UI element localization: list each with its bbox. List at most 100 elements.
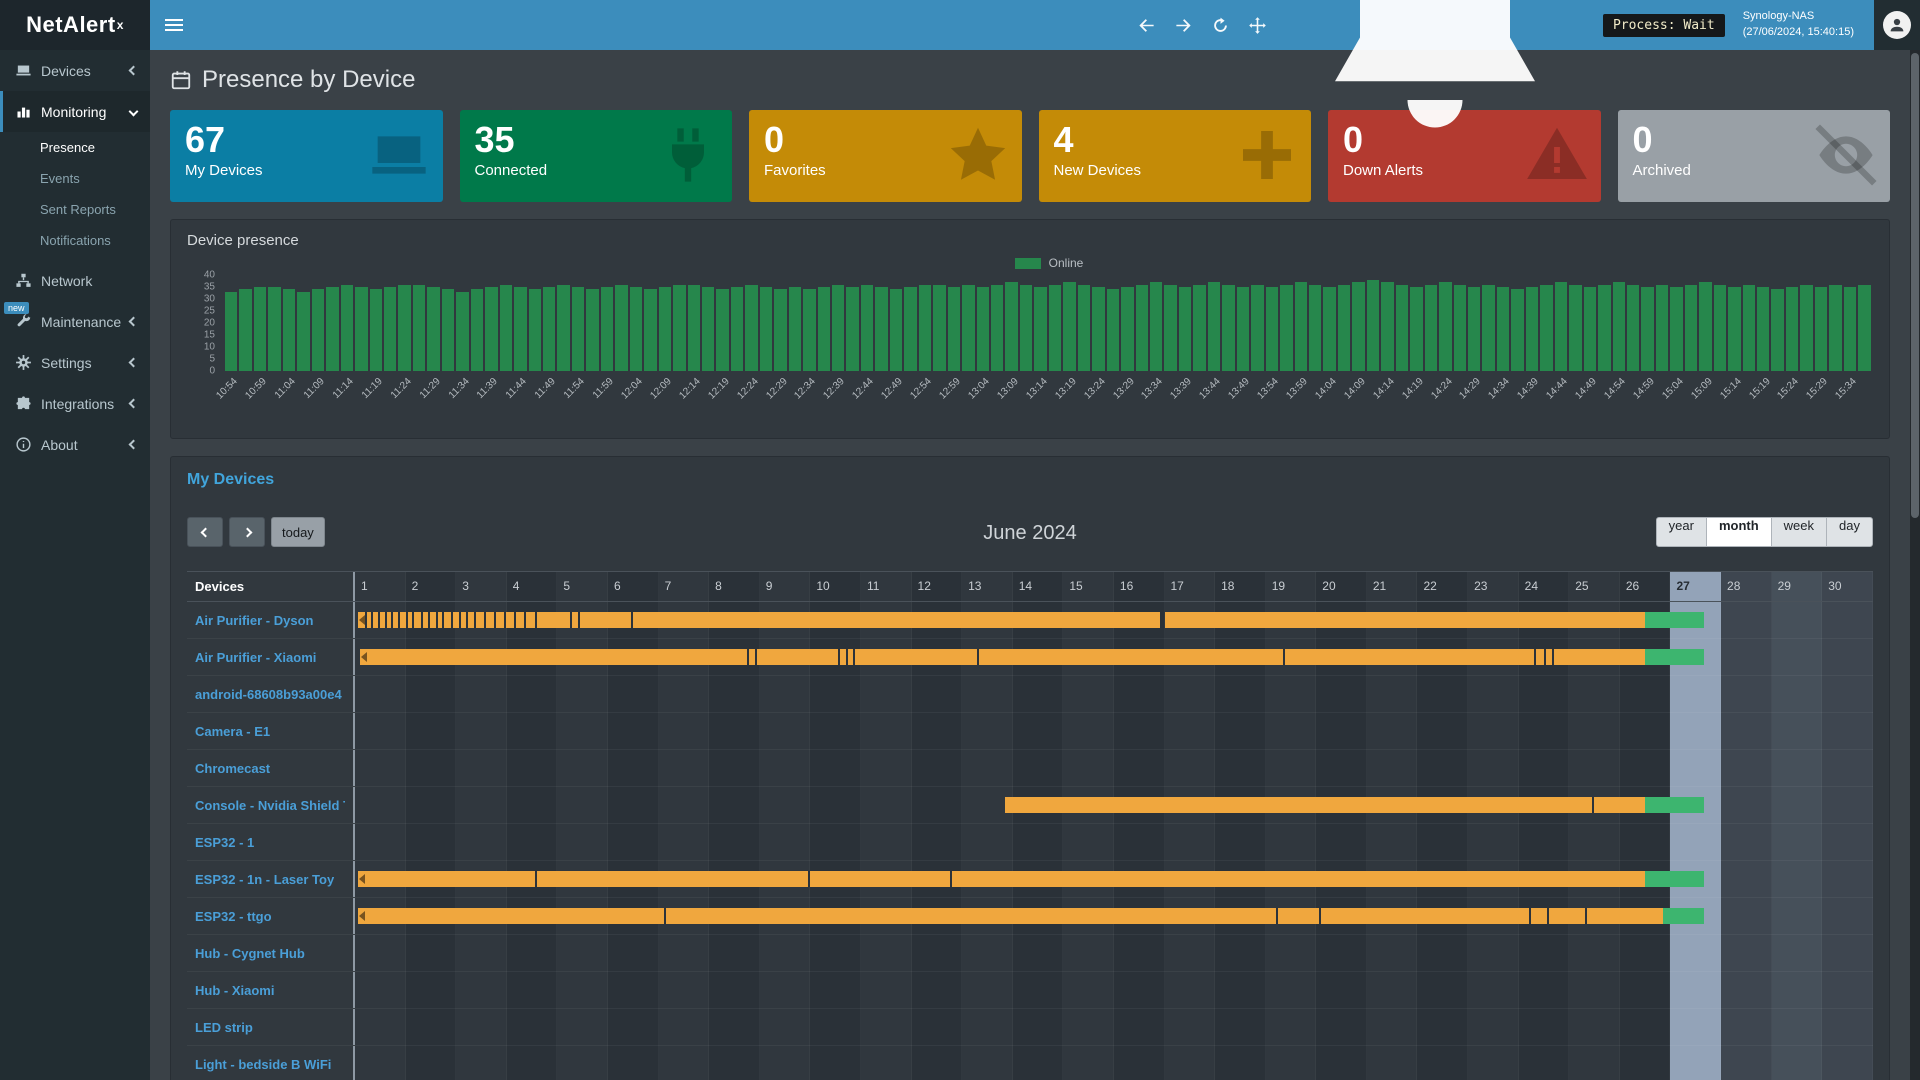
y-tick-label: 40 — [204, 270, 215, 281]
stat-card-my-devices[interactable]: 67My Devices — [170, 110, 443, 202]
stat-card-connected[interactable]: 35Connected — [460, 110, 733, 202]
chart-bar — [1425, 285, 1437, 371]
day-header: 13 — [962, 572, 1013, 601]
offline-tick — [838, 649, 840, 665]
stat-card-favorites[interactable]: 0Favorites — [749, 110, 1022, 202]
sidebar-subitem-sent-reports[interactable]: Sent Reports — [0, 194, 150, 225]
device-timeline — [355, 1009, 1873, 1045]
device-link[interactable]: Hub - Xiaomi — [195, 983, 274, 998]
device-link[interactable]: android-68608b93a00e4 — [195, 687, 342, 702]
presence-timeline-bar[interactable] — [1005, 797, 1645, 813]
x-tick-label: 15:19 — [1747, 376, 1772, 401]
device-timeline-row: Console - Nvidia Shield TV — [187, 787, 1873, 824]
device-link[interactable]: Air Purifier - Dyson — [195, 613, 313, 628]
chart-bar — [1771, 289, 1783, 371]
chart-bar — [818, 287, 830, 371]
presence-timeline-bar[interactable] — [1645, 871, 1704, 887]
sidebar-item-integrations[interactable]: Integrations — [0, 383, 150, 424]
nav-forward-icon[interactable] — [1174, 16, 1193, 35]
x-tick-label: 12:49 — [880, 376, 905, 401]
day-header: 20 — [1316, 572, 1367, 601]
presence-timeline-bar[interactable] — [1663, 908, 1704, 924]
device-link[interactable]: Console - Nvidia Shield TV — [195, 798, 345, 813]
chart-bar — [1193, 285, 1205, 371]
presence-timeline-bar[interactable] — [1165, 612, 1646, 628]
y-tick-label: 20 — [204, 318, 215, 329]
device-link[interactable]: Camera - E1 — [195, 724, 270, 739]
presence-panel-title: Device presence — [187, 232, 1873, 249]
day-header: 12 — [912, 572, 963, 601]
stat-card-archived[interactable]: 0Archived — [1618, 110, 1891, 202]
chart-bar — [1858, 285, 1870, 371]
presence-timeline-bar[interactable] — [358, 871, 1646, 887]
device-timeline-row: android-68608b93a00e4 — [187, 676, 1873, 713]
y-tick-label: 35 — [204, 282, 215, 293]
notifications-button[interactable]: 15 — [1285, 0, 1585, 175]
sidebar-item-settings[interactable]: Settings — [0, 342, 150, 383]
sidebar-subitem-presence[interactable]: Presence — [0, 132, 150, 163]
chevron-left-icon — [129, 317, 139, 327]
user-menu-button[interactable] — [1874, 0, 1920, 50]
calendar-view-day-button[interactable]: day — [1826, 517, 1873, 547]
device-link[interactable]: ESP32 - ttgo — [195, 909, 272, 924]
x-tick-label: 12:39 — [822, 376, 847, 401]
chart-bar — [557, 285, 569, 371]
x-tick-label: 14:54 — [1602, 376, 1627, 401]
chart-bar — [427, 287, 439, 371]
day-header: 1 — [355, 572, 406, 601]
chart-bar — [630, 287, 642, 371]
chart-bar — [846, 287, 858, 371]
sidebar-item-label: Integrations — [41, 396, 121, 412]
move-icon[interactable] — [1248, 16, 1267, 35]
x-tick-label: 11:59 — [591, 376, 616, 401]
presence-timeline-bar[interactable] — [1645, 797, 1704, 813]
day-header: 9 — [760, 572, 811, 601]
calendar-next-button[interactable] — [229, 517, 265, 547]
offline-tick — [1283, 649, 1285, 665]
presence-timeline-bar[interactable] — [358, 612, 1160, 628]
sidebar-item-devices[interactable]: Devices — [0, 50, 150, 91]
device-link[interactable]: Hub - Cygnet Hub — [195, 946, 305, 961]
app-logo[interactable]: NetAlertx — [0, 0, 150, 50]
sidebar-item-about[interactable]: About — [0, 424, 150, 465]
device-link[interactable]: Air Purifier - Xiaomi — [195, 650, 316, 665]
device-timeline — [355, 824, 1873, 860]
presence-timeline-bar[interactable] — [1645, 612, 1704, 628]
calendar-prev-button[interactable] — [187, 517, 223, 547]
offline-tick — [385, 612, 387, 628]
chart-bar — [485, 287, 497, 371]
chart-bar — [1352, 282, 1364, 371]
nav-back-icon[interactable] — [1137, 16, 1156, 35]
device-link[interactable]: Light - bedside B WiFi — [195, 1057, 331, 1072]
calendar-view-week-button[interactable]: week — [1771, 517, 1827, 547]
calendar-view-year-button[interactable]: year — [1656, 517, 1707, 547]
process-status-badge[interactable]: Process: Wait — [1603, 14, 1725, 37]
sidebar-subitem-events[interactable]: Events — [0, 163, 150, 194]
stat-card-new-devices[interactable]: 4New Devices — [1039, 110, 1312, 202]
chart-bar — [774, 289, 786, 371]
offline-tick — [365, 612, 367, 628]
sidebar-item-maintenance[interactable]: Maintenancenew — [0, 301, 150, 342]
page-scrollbar-thumb[interactable] — [1911, 53, 1919, 518]
presence-timeline-bar[interactable] — [360, 649, 1645, 665]
sidebar-item-label: Maintenance — [41, 314, 121, 330]
device-link[interactable]: Chromecast — [195, 761, 270, 776]
sidebar-item-network[interactable]: Network — [0, 260, 150, 301]
offline-tick — [846, 649, 848, 665]
x-tick-label: 14:14 — [1371, 376, 1396, 401]
refresh-icon[interactable] — [1211, 16, 1230, 35]
presence-timeline-bar[interactable] — [358, 908, 1663, 924]
calendar-view-month-button[interactable]: month — [1706, 517, 1772, 547]
device-timeline — [355, 750, 1873, 786]
sidebar-item-label: About — [41, 437, 121, 453]
sidebar-item-monitoring[interactable]: Monitoring — [0, 91, 150, 132]
day-header: 11 — [861, 572, 912, 601]
calendar-today-button[interactable]: today — [271, 517, 325, 547]
sidebar-toggle-button[interactable] — [150, 0, 198, 50]
presence-timeline-bar[interactable] — [1645, 649, 1704, 665]
device-link[interactable]: LED strip — [195, 1020, 253, 1035]
device-link[interactable]: ESP32 - 1 — [195, 835, 254, 850]
offline-tick — [535, 612, 537, 628]
device-link[interactable]: ESP32 - 1n - Laser Toy — [195, 872, 334, 887]
sidebar-subitem-notifications[interactable]: Notifications — [0, 225, 150, 256]
